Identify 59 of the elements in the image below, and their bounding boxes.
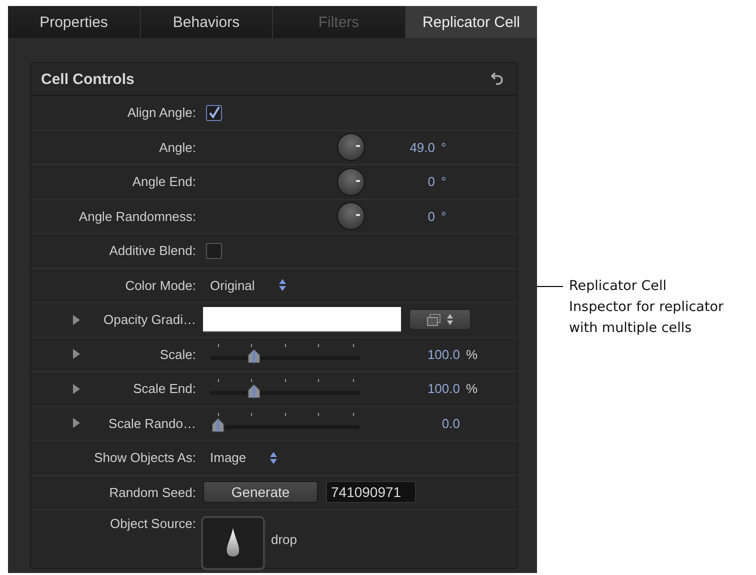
slider-thumb[interactable]: [211, 417, 225, 434]
angle-dial[interactable]: [337, 168, 365, 196]
value-field[interactable]: 0: [365, 174, 435, 190]
inspector-tab[interactable]: Behaviors: [140, 6, 273, 38]
seed-field[interactable]: 741090971: [326, 481, 416, 504]
value-field[interactable]: 0.0: [360, 416, 460, 431]
stepper-arrows-icon: [447, 314, 453, 326]
parameter-label: Opacity Gradi…: [102, 312, 196, 328]
reset-icon[interactable]: [491, 72, 503, 86]
value-field[interactable]: 100.0: [360, 346, 460, 362]
parameter-label: Additive Blend:: [108, 243, 196, 258]
unit-label: °: [441, 140, 448, 155]
parameter-label: Random Seed:: [108, 484, 196, 500]
parameter-label: Show Objects As:: [93, 450, 196, 466]
disclosure-triangle[interactable]: [73, 314, 80, 325]
angle-dial[interactable]: [337, 202, 365, 230]
popup-value[interactable]: Original: [210, 278, 255, 293]
parameter-label: Angle End:: [131, 174, 196, 190]
group-title: Cell Controls: [41, 70, 134, 88]
image-well[interactable]: [201, 516, 265, 570]
parameter-label: Align Angle:: [126, 105, 196, 120]
value-field[interactable]: 0: [365, 208, 435, 224]
stacked-squares-icon: [427, 314, 441, 326]
unit-label: %: [466, 381, 479, 396]
disclosure-triangle[interactable]: [73, 349, 80, 360]
parameter-label: Scale Rando…: [108, 416, 196, 431]
slider-thumb[interactable]: [247, 348, 262, 364]
leader-line: [537, 286, 563, 287]
parameter-label: Angle Randomness:: [78, 208, 196, 224]
parameter-label: Object Source:: [109, 516, 196, 531]
checkbox[interactable]: [206, 104, 222, 121]
angle-dial[interactable]: [337, 133, 365, 162]
unit-label: %: [466, 346, 479, 362]
value-field[interactable]: 49.0: [365, 140, 435, 155]
value-field[interactable]: 100.0: [360, 381, 460, 396]
gradient-bar[interactable]: [203, 307, 401, 332]
callout-text: Replicator Cell Inspector for replicator with multiple cells: [569, 277, 724, 338]
parameter-label: Scale End:: [132, 381, 196, 396]
slider-track[interactable]: [210, 411, 360, 436]
inspector-tab[interactable]: Properties: [8, 6, 140, 38]
parameter-label: Angle:: [158, 140, 196, 155]
inspector-tab[interactable]: Replicator Cell: [406, 6, 537, 38]
stepper-arrows-icon[interactable]: [278, 279, 286, 292]
unit-label: °: [441, 208, 448, 224]
stepper-arrows-icon[interactable]: [270, 452, 278, 464]
slider-track[interactable]: [210, 376, 360, 401]
popup-value[interactable]: Image: [210, 450, 246, 466]
source-name: drop: [271, 532, 298, 547]
disclosure-triangle[interactable]: [73, 384, 80, 394]
parameter-label: Scale:: [158, 346, 196, 362]
checkbox[interactable]: [206, 242, 222, 259]
generate-button[interactable]: Generate: [203, 481, 318, 504]
unit-label: °: [441, 174, 448, 190]
slider-thumb[interactable]: [247, 382, 262, 399]
parameter-label: Color Mode:: [124, 278, 196, 293]
disclosure-triangle[interactable]: [73, 418, 80, 428]
slider-track[interactable]: [210, 342, 360, 366]
gradient-preset-popup[interactable]: [409, 309, 471, 330]
drop-icon: [226, 528, 240, 558]
